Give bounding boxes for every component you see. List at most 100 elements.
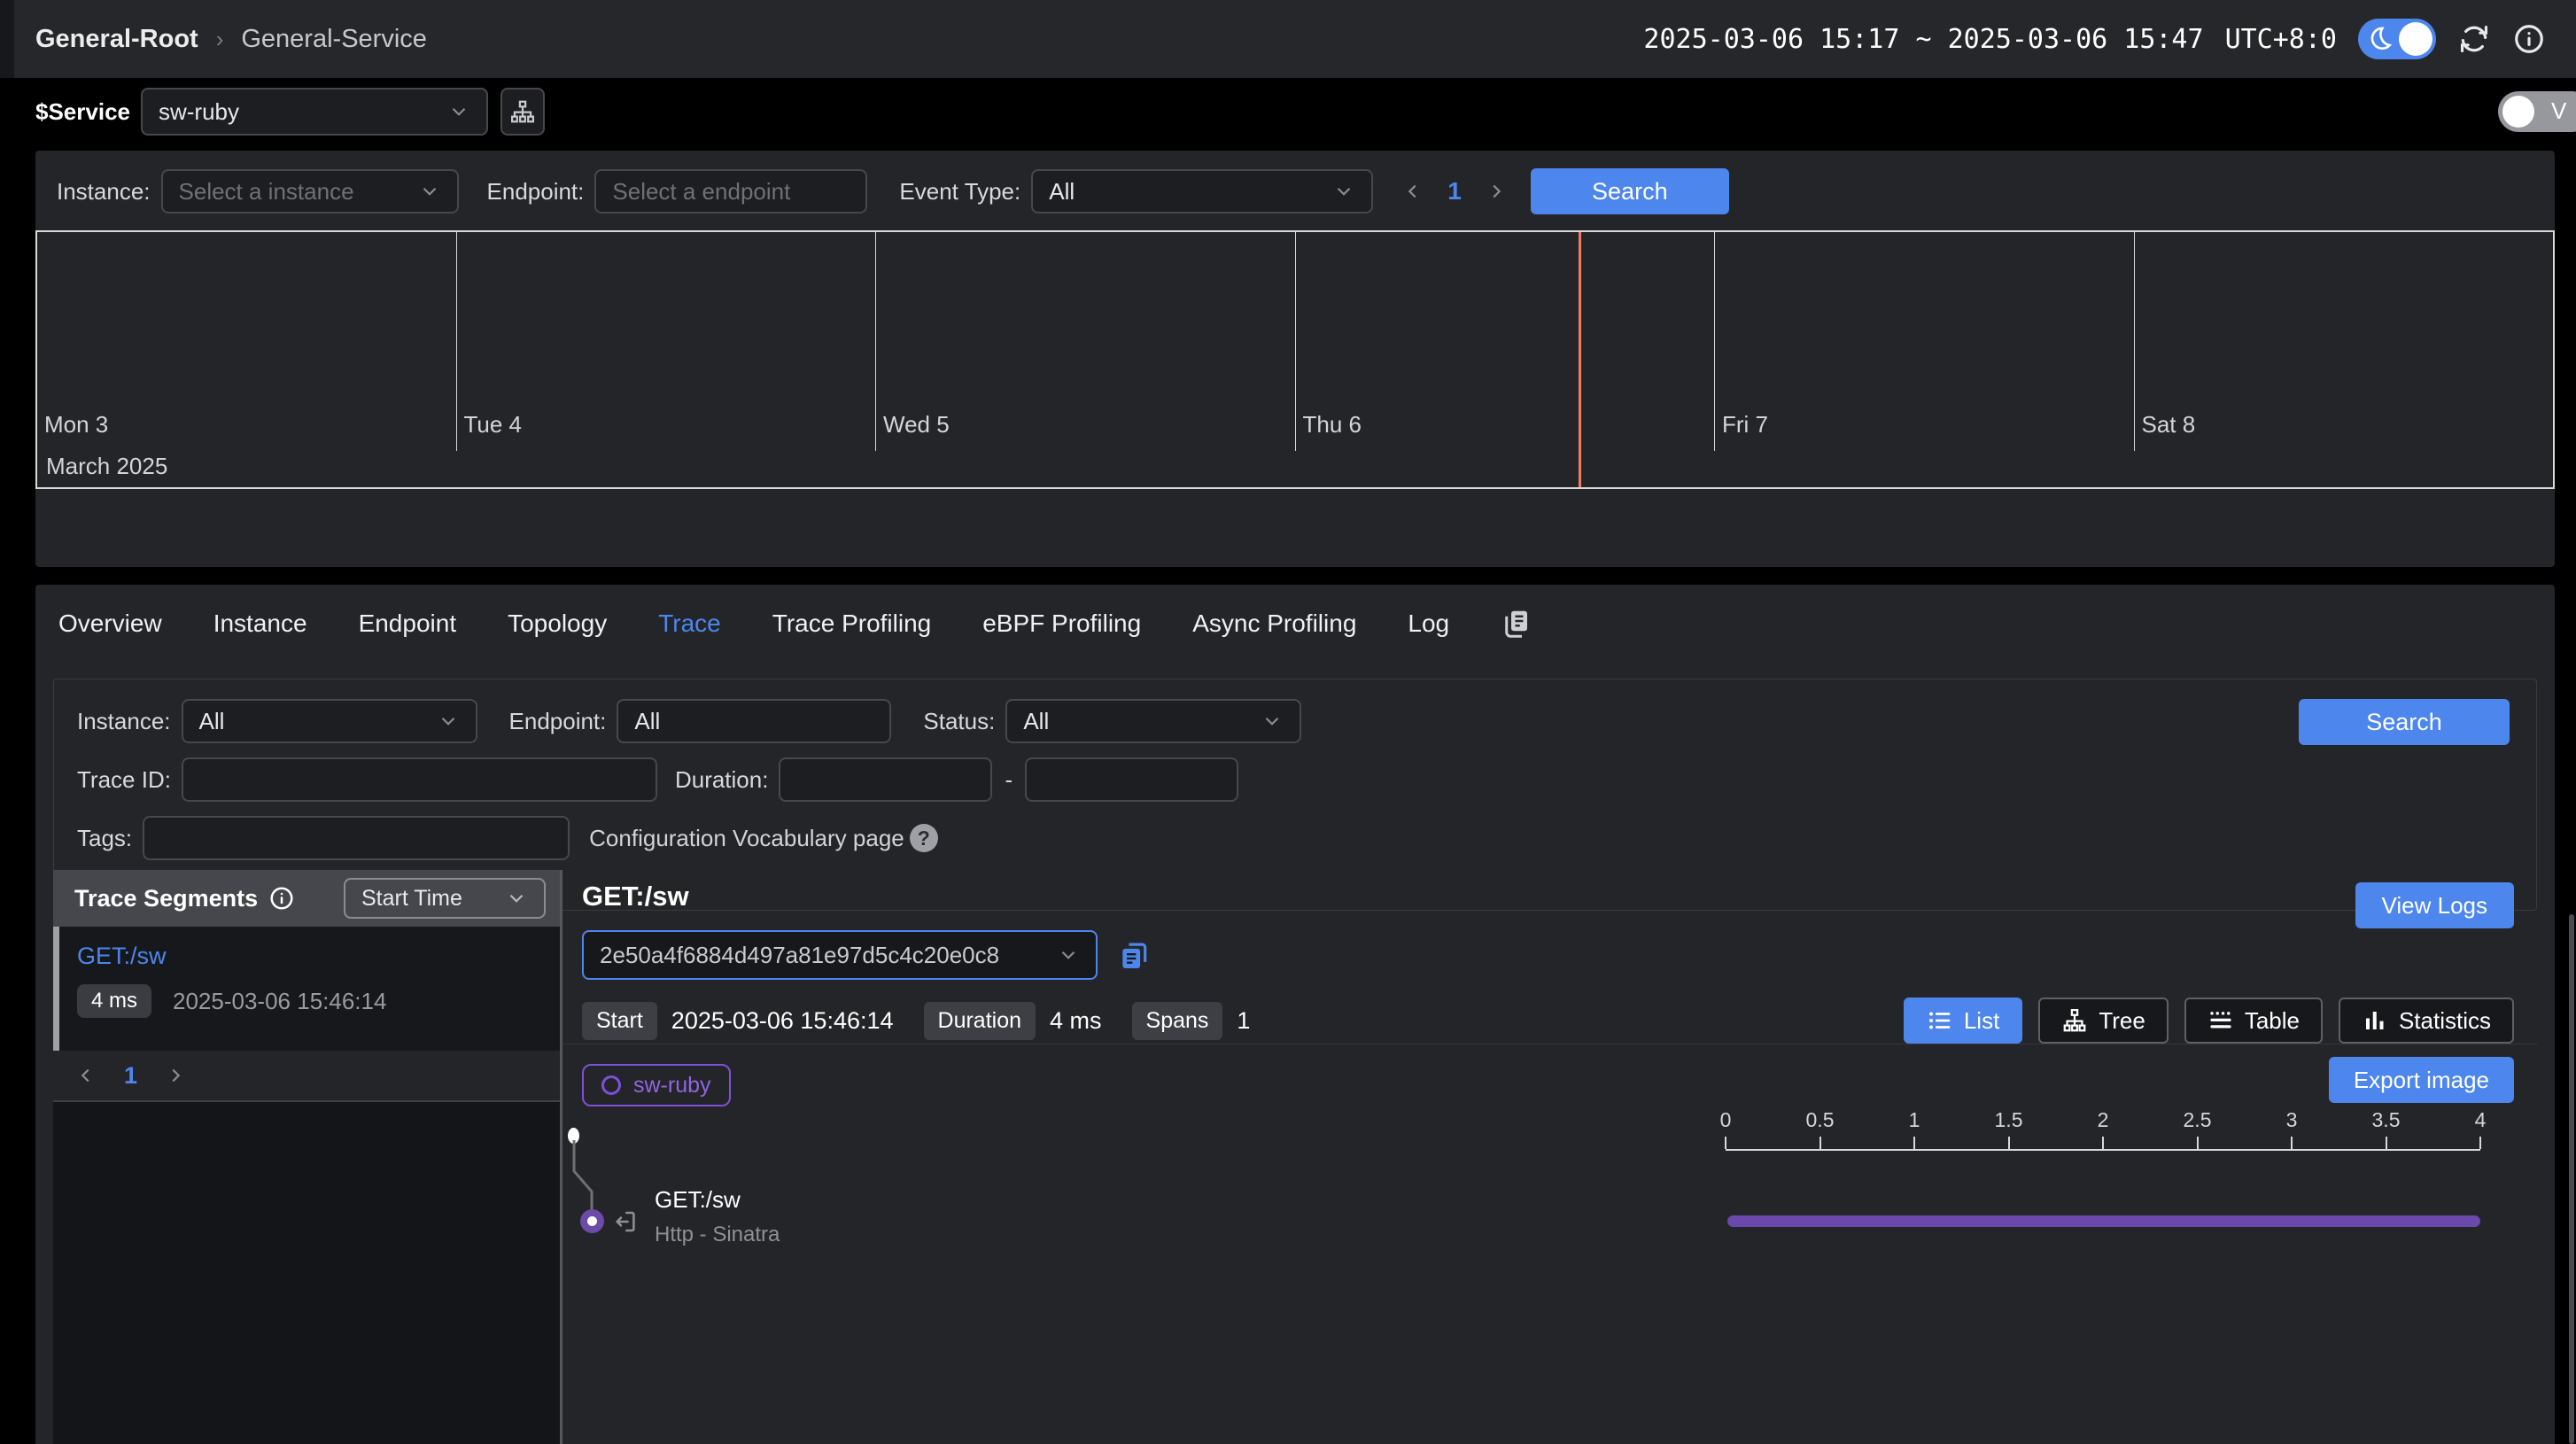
tab-bar: Overview Instance Endpoint Topology Trac… <box>35 585 2555 640</box>
service-select[interactable]: sw-ruby <box>141 88 488 136</box>
legend-circle-icon <box>601 1075 621 1095</box>
tf-instance-select[interactable]: All <box>182 699 477 743</box>
calendar-day-label: Thu 6 <box>1303 411 1362 439</box>
trace-search-button[interactable]: Search <box>2299 699 2510 745</box>
calendar-day-label: Wed 5 <box>883 411 950 439</box>
segments-pager: 1 <box>53 1051 560 1102</box>
tab-endpoint[interactable]: Endpoint <box>359 609 457 638</box>
version-toggle-label: V <box>2551 97 2566 125</box>
tab-instance[interactable]: Instance <box>213 609 307 638</box>
segment-duration-badge: 4 ms <box>77 984 151 1018</box>
skywalking-trace-page: General-Root › General-Service 2025-03-0… <box>0 0 2576 1444</box>
axis-tick-label: 4 <box>2475 1108 2487 1132</box>
segments-sort-select[interactable]: Start Time <box>344 878 546 919</box>
entry-span-icon <box>612 1208 639 1235</box>
theme-toggle[interactable] <box>2358 19 2436 59</box>
tf-status-label: Status: <box>923 708 995 735</box>
tf-trace-id-label: Trace ID: <box>77 766 171 794</box>
tab-log[interactable]: Log <box>1408 609 1449 638</box>
breadcrumb: General-Root › General-Service <box>35 25 427 54</box>
view-list-label: List <box>1964 1007 1999 1035</box>
segment-list-item[interactable]: GET:/sw 4 ms 2025-03-06 15:46:14 <box>53 927 560 1051</box>
export-image-button[interactable]: Export image <box>2329 1057 2514 1103</box>
breadcrumb-separator-icon: › <box>216 26 224 53</box>
tf-status-select[interactable]: All <box>1005 699 1301 743</box>
time-range-picker[interactable]: 2025-03-06 15:17 ~ 2025-03-06 15:47 <box>1643 24 2203 55</box>
tab-trace[interactable]: Trace <box>658 609 721 638</box>
view-table-button[interactable]: Table <box>2184 998 2323 1044</box>
view-list-button[interactable]: List <box>1904 998 2022 1044</box>
events-endpoint-label: Endpoint: <box>487 178 585 206</box>
segment-name[interactable]: GET:/sw <box>77 943 560 970</box>
service-topology-button[interactable] <box>500 88 545 136</box>
trace-id-input[interactable] <box>182 757 657 802</box>
service-label: $Service <box>35 98 130 126</box>
next-page-icon[interactable] <box>1486 182 1506 201</box>
events-calendar[interactable]: Mon 3 Tue 4 Wed 5 Thu 6 Fri 7 Sat 8 Marc… <box>35 230 2555 489</box>
refresh-icon[interactable] <box>2457 22 2491 56</box>
view-statistics-button[interactable]: Statistics <box>2339 998 2514 1044</box>
trace-content: Trace Segments Start Time GET:/sw 4 ms 2… <box>53 870 2537 1444</box>
info-icon[interactable] <box>268 885 295 912</box>
duration-min-input[interactable] <box>779 757 992 802</box>
breadcrumb-root[interactable]: General-Root <box>35 25 198 54</box>
calendar-grid: Mon 3 Tue 4 Wed 5 Thu 6 Fri 7 Sat 8 <box>37 232 2553 451</box>
view-logs-button[interactable]: View Logs <box>2355 882 2515 928</box>
span-node[interactable] <box>580 1209 604 1233</box>
segments-page-number[interactable]: 1 <box>124 1062 137 1090</box>
span-label[interactable]: GET:/sw Http - Sinatra <box>655 1186 780 1247</box>
tab-async-profiling[interactable]: Async Profiling <box>1192 609 1356 638</box>
pages-icon[interactable] <box>1501 608 1532 640</box>
trace-segments-title: Trace Segments <box>74 885 258 912</box>
trace-id-select[interactable]: 2e50a4f6884d497a81e97d5c4c20e0c8 <box>582 930 1098 980</box>
axis-tick-label: 0 <box>1720 1108 1732 1132</box>
events-instance-select[interactable]: Select a instance <box>161 169 459 213</box>
bar-chart-icon <box>2362 1007 2388 1034</box>
events-search-button[interactable]: Search <box>1531 168 1729 214</box>
view-tree-label: Tree <box>2099 1007 2145 1035</box>
events-endpoint-input[interactable] <box>594 169 867 213</box>
segment-meta: 4 ms 2025-03-06 15:46:14 <box>77 984 560 1018</box>
tags-input[interactable] <box>143 816 570 860</box>
tf-instance-value: All <box>199 708 225 735</box>
span-duration-bar[interactable] <box>1727 1215 2480 1227</box>
breadcrumb-current[interactable]: General-Service <box>241 25 427 54</box>
prev-page-icon[interactable] <box>76 1066 96 1085</box>
service-legend-chip[interactable]: sw-ruby <box>582 1064 731 1106</box>
version-toggle[interactable]: V <box>2498 91 2576 132</box>
tab-topology[interactable]: Topology <box>508 609 607 638</box>
vocabulary-link[interactable]: Configuration Vocabulary page <box>589 825 904 852</box>
trace-title: GET:/sw <box>582 881 2537 912</box>
calendar-month-label: March 2025 <box>46 453 167 480</box>
tree-icon <box>2061 1007 2088 1034</box>
header-right: 2025-03-06 15:17 ~ 2025-03-06 15:47 UTC+… <box>1643 19 2546 59</box>
events-panel: Instance: Select a instance Endpoint: Ev… <box>35 151 2555 567</box>
tf-tags-label: Tags: <box>77 825 132 852</box>
axis-tick-label: 2 <box>2098 1108 2109 1132</box>
trace-filter-row-1: Instance: All Endpoint: Status: All <box>77 699 2513 743</box>
view-table-label: Table <box>2245 1007 2300 1035</box>
trace-id-value: 2e50a4f6884d497a81e97d5c4c20e0c8 <box>600 942 999 969</box>
tab-overview[interactable]: Overview <box>58 609 162 638</box>
next-page-icon[interactable] <box>166 1066 185 1085</box>
events-instance-placeholder: Select a instance <box>179 178 354 206</box>
events-page-number[interactable]: 1 <box>1447 177 1462 206</box>
timezone-label: UTC+8:0 <box>2225 24 2337 55</box>
prev-page-icon[interactable] <box>1403 182 1423 201</box>
spans-chip: Spans <box>1132 1002 1223 1040</box>
top-header: General-Root › General-Service 2025-03-0… <box>0 0 2576 78</box>
scrollbar[interactable] <box>2569 914 2574 1444</box>
segment-start-time: 2025-03-06 15:46:14 <box>173 988 386 1015</box>
calendar-day-label: Sat 8 <box>2142 411 2196 439</box>
tab-ebpf-profiling[interactable]: eBPF Profiling <box>982 609 1141 638</box>
copy-icon[interactable] <box>1117 938 1151 972</box>
help-icon[interactable]: ? <box>910 824 938 852</box>
tf-endpoint-input[interactable] <box>617 699 891 743</box>
event-type-select[interactable]: All <box>1031 169 1373 213</box>
table-icon <box>2207 1007 2234 1034</box>
chevron-down-icon <box>505 887 528 910</box>
info-icon[interactable] <box>2512 22 2546 56</box>
duration-max-input[interactable] <box>1025 757 1238 802</box>
tab-trace-profiling[interactable]: Trace Profiling <box>772 609 931 638</box>
view-tree-button[interactable]: Tree <box>2038 998 2169 1044</box>
